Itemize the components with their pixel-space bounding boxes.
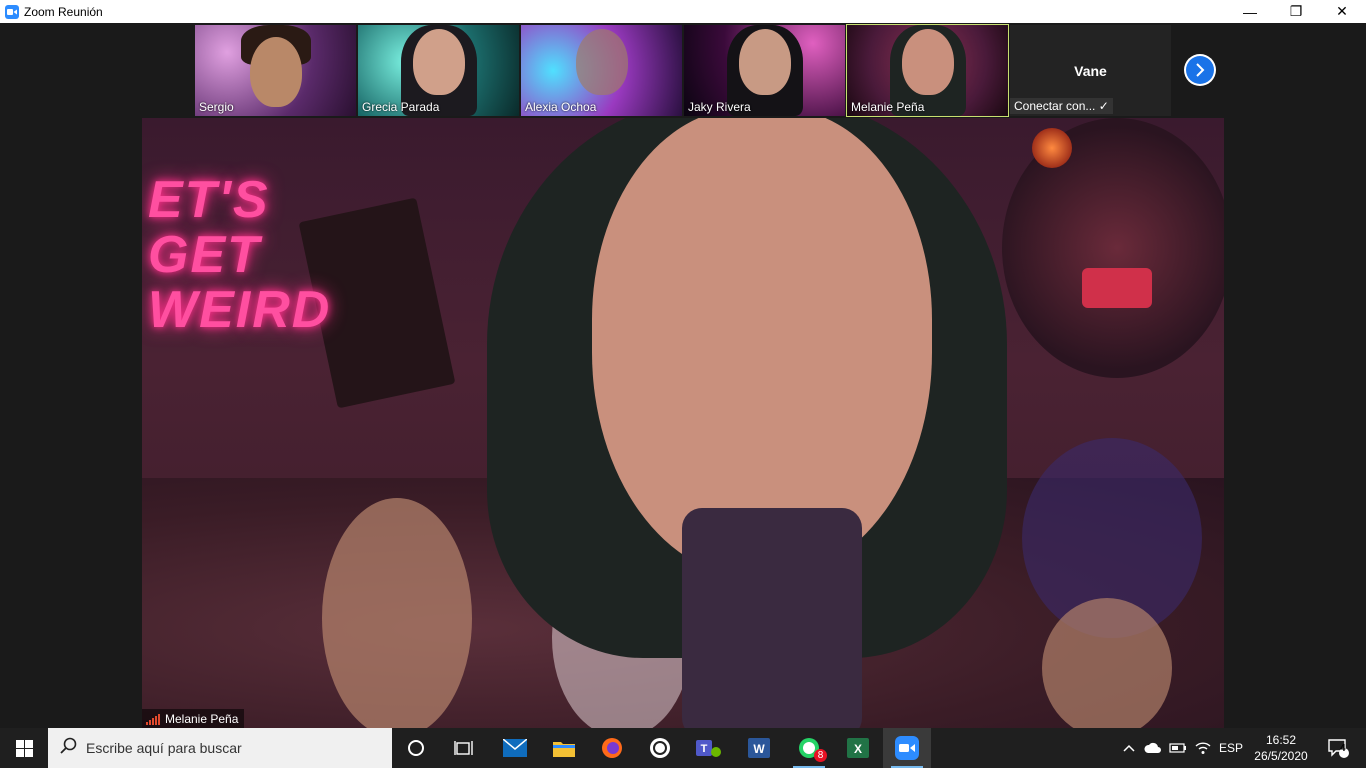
participant-face: [738, 29, 791, 95]
window-title: Zoom Reunión: [24, 4, 103, 19]
neon-sign-line: ET'S: [148, 171, 270, 229]
close-button[interactable]: ✕: [1319, 0, 1365, 23]
teams-button[interactable]: T: [685, 728, 733, 768]
participant-thumbnail[interactable]: Alexia Ochoa: [521, 25, 682, 116]
participant-face: [412, 29, 465, 95]
background-neon-sign: [1082, 268, 1152, 308]
file-explorer-button[interactable]: [540, 728, 588, 768]
participant-name: Grecia Parada: [362, 100, 440, 114]
language-indicator[interactable]: ESP: [1216, 728, 1246, 768]
participant-name: Vane: [1074, 63, 1107, 79]
maximize-icon: ❐: [1289, 3, 1303, 19]
taskbar-search-box[interactable]: Escribe aquí para buscar: [48, 728, 392, 768]
participant-name: Alexia Ochoa: [525, 100, 597, 114]
clock-date: 26/5/2020: [1254, 749, 1308, 763]
wifi-tray-icon[interactable]: [1191, 728, 1215, 768]
cortana-button[interactable]: [392, 728, 440, 768]
whatsapp-button[interactable]: 8: [785, 728, 833, 768]
taskbar-clock[interactable]: 16:52 26/5/2020: [1248, 732, 1314, 764]
svg-text:X: X: [854, 742, 862, 756]
zoom-icon: [895, 736, 919, 760]
mail-app-button[interactable]: [491, 728, 539, 768]
connection-status: Conectar con... ✓: [1010, 98, 1113, 114]
windows-taskbar: Escribe aquí para buscar T W 8 X ESP 16:…: [0, 728, 1366, 768]
main-speaker-video: ET'S GET WEIRD Melanie Peña: [142, 118, 1224, 729]
word-icon: W: [748, 738, 770, 758]
task-view-button[interactable]: [440, 728, 488, 768]
neon-sign: ET'S GET WEIRD: [148, 173, 331, 338]
zoom-taskbar-button[interactable]: [883, 728, 931, 768]
maximize-button[interactable]: ❐: [1273, 0, 1319, 23]
action-center-button[interactable]: 4: [1318, 728, 1358, 768]
title-bar: Zoom Reunión — ❐ ✕: [0, 0, 1366, 23]
excel-button[interactable]: X: [834, 728, 882, 768]
speaker-shirt: [682, 508, 862, 729]
minimize-button[interactable]: —: [1227, 0, 1273, 23]
task-view-icon: [454, 741, 473, 755]
firefox-button[interactable]: [588, 728, 636, 768]
firefox-icon: [602, 738, 622, 758]
participant-name: Melanie Peña: [851, 100, 925, 114]
onedrive-tray-icon[interactable]: [1141, 728, 1165, 768]
speaker-name: Melanie Peña: [165, 712, 239, 726]
participant-strip: Sergio Grecia Parada Alexia Ochoa Jaky R…: [0, 23, 1366, 118]
search-icon: [60, 737, 78, 760]
svg-text:T: T: [701, 743, 708, 755]
participant-thumbnail[interactable]: Melanie Peña: [846, 24, 1009, 117]
notification-badge: 8: [814, 749, 827, 762]
word-app-button[interactable]: W: [735, 728, 783, 768]
participant-thumbnail[interactable]: Jaky Rivera: [684, 25, 845, 116]
participant-face: [249, 37, 302, 107]
participant-thumbnail[interactable]: Grecia Parada: [358, 25, 519, 116]
neon-sign-line: WEIRD: [148, 281, 332, 339]
close-icon: ✕: [1336, 3, 1348, 19]
battery-icon: [1169, 743, 1186, 753]
participant-thumbnail[interactable]: Sergio: [195, 25, 356, 116]
participant-camera-off-tile[interactable]: Vane Conectar con... ✓: [1010, 25, 1171, 116]
teams-icon: T: [696, 740, 721, 757]
show-hidden-icons-button[interactable]: [1118, 728, 1140, 768]
background-lamp: [1032, 128, 1072, 168]
battery-tray-icon[interactable]: [1166, 728, 1190, 768]
crowd-person: [1042, 598, 1172, 729]
notification-count: 4: [1340, 743, 1346, 754]
speaker-name-label: Melanie Peña: [142, 709, 245, 729]
search-placeholder: Escribe aquí para buscar: [86, 740, 242, 756]
folder-icon: [553, 742, 575, 757]
minimize-icon: —: [1243, 3, 1257, 20]
chevron-up-icon: [1123, 744, 1135, 752]
excel-icon: X: [847, 738, 869, 758]
neon-sign-line: GET: [148, 226, 261, 284]
clock-time: 16:52: [1265, 733, 1297, 747]
next-page-button[interactable]: [1184, 54, 1216, 86]
chevron-right-icon: [1186, 56, 1214, 84]
webex-icon: [650, 738, 670, 758]
participant-name: Jaky Rivera: [688, 100, 751, 114]
windows-logo-icon: [15, 739, 33, 757]
cloud-icon: [1144, 742, 1161, 753]
crowd-person: [322, 498, 472, 729]
wifi-icon: [1195, 742, 1211, 754]
language-label: ESP: [1218, 741, 1243, 755]
svg-text:W: W: [753, 742, 765, 756]
start-button[interactable]: [0, 728, 48, 768]
zoom-app-icon: [5, 4, 19, 19]
participant-face: [901, 29, 954, 95]
participant-face: [575, 29, 628, 95]
mail-icon: [503, 739, 527, 757]
cortana-icon: [408, 740, 424, 756]
signal-strength-icon: [146, 713, 160, 725]
webex-button[interactable]: [636, 728, 684, 768]
participant-name: Sergio: [199, 100, 234, 114]
